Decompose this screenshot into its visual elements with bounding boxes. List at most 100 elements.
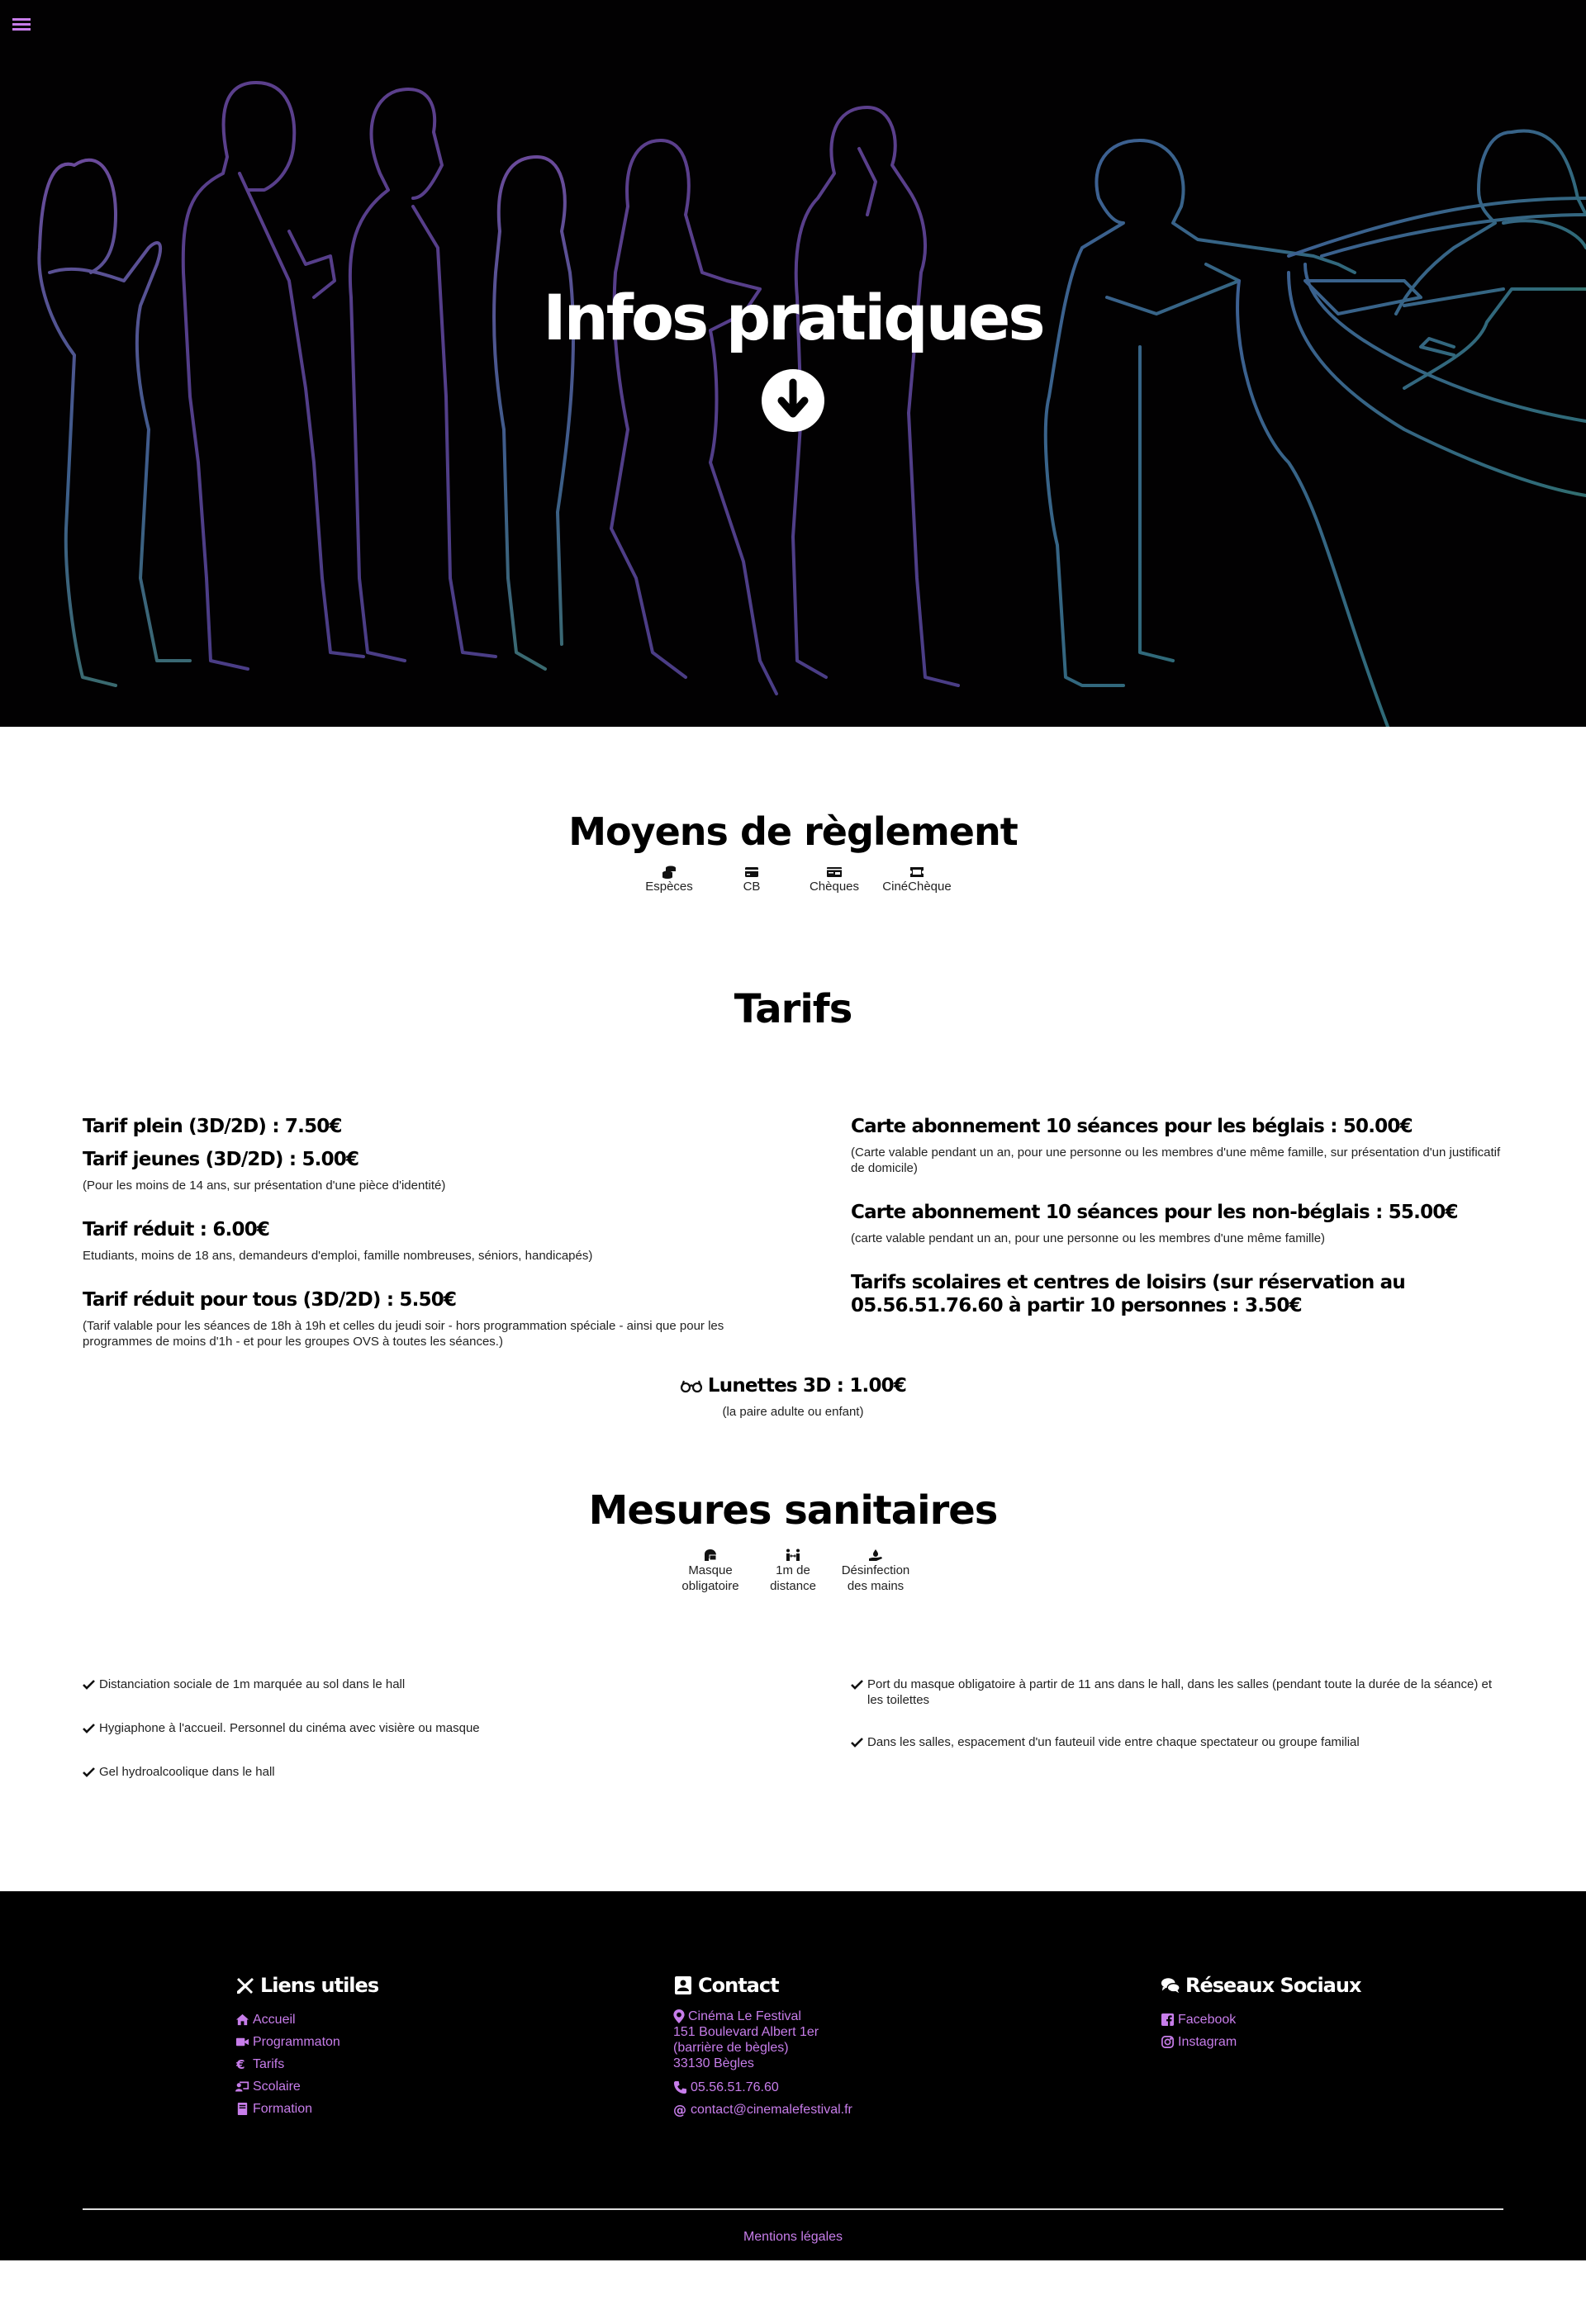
address-line: 151 Boulevard Albert 1er [673,2025,819,2039]
check-icon [83,1720,96,1738]
tarif-note: Etudiants, moins de 18 ans, demandeurs d… [83,1249,593,1263]
footer-contact-column: Contact Cinéma Le Festival 151 Boulevard… [673,1974,852,2121]
comments-icon [1161,1978,1180,1994]
mesure-item: Distanciation sociale de 1m marquée au s… [83,1677,727,1694]
phone-number: 05.56.51.76.60 [691,2080,779,2094]
footer-links-column: Liens utiles Accueil Programmaton € Tari… [235,1974,379,2120]
hero-banner: Infos pratiques [0,0,1586,727]
mesure-text: Distanciation sociale de 1m marquée au s… [99,1677,406,1691]
queue-illustration [37,81,1586,727]
mesure-item: Port du masque obligatoire à partir de 1… [851,1677,1503,1708]
mesure-hands: Désinfection des mains [834,1549,917,1594]
people-arrows-icon [752,1549,834,1562]
mesure-item: Gel hydroalcoolique dans le hall [83,1764,727,1781]
check-icon [851,1734,864,1752]
address-card-icon [675,1976,691,1994]
footer-link-tarifs[interactable]: € Tarifs [235,2053,378,2075]
footer-link-accueil[interactable]: Accueil [235,2009,378,2031]
svg-text:€: € [235,2057,245,2071]
tools-icon [237,1978,254,1994]
chalkboard-teacher-icon [235,2081,249,2092]
credit-card-icon [710,866,793,879]
check-icon [83,1677,96,1694]
tarif-price: Tarifs scolaires et centres de loisirs (… [851,1272,1406,1316]
contact-address: Cinéma Le Festival 151 Boulevard Albert … [673,2009,852,2071]
tarifs-left-column: Tarif plein (3D/2D) : 7.50€ Tarif jeunes… [83,1115,727,1349]
hamburger-icon-bar [12,23,31,26]
social-link-label: Facebook [1178,2013,1237,2027]
payment-method-card: CB [710,866,793,894]
payment-method-cash: Espèces [628,866,710,894]
mesures-right-column: Port du masque obligatoire à partir de 1… [851,1677,1503,1891]
mesure-mask: Masque obligatoire [669,1549,752,1594]
footer-divider [83,2208,1503,2210]
mesure-item: Dans les salles, espacement d'un fauteui… [851,1734,1503,1752]
payment-method-label: Chèques [809,880,860,894]
tarif-price: Tarif réduit : 6.00€ [83,1219,270,1240]
footer-link-programmation[interactable]: Programmaton [235,2031,378,2053]
social-link-label: Instagram [1178,2035,1237,2049]
check-icon [851,1677,864,1708]
tarif-price: Tarif plein (3D/2D) : 7.50€ [83,1116,342,1137]
tarif-note: (Carte valable pendant un an, pour une p… [851,1145,1501,1175]
page-title: Infos pratiques [543,281,1045,354]
mesures-section: Mesures sanitaires Masque obligatoire 1m… [0,1487,1586,1891]
hand-holding-water-icon [834,1549,917,1562]
contact-phone-link[interactable]: 05.56.51.76.60 [673,2076,852,2099]
mesure-icon-label: Masque obligatoire [681,1563,739,1593]
mesure-text: Dans les salles, espacement d'un fauteui… [867,1735,1360,1749]
footer-social-title: Réseaux Sociaux [1185,1974,1361,1997]
phone-icon [673,2080,687,2094]
at-icon: @ [673,2103,686,2117]
tarif-note: (carte valable pendant un an, pour une p… [851,1231,1326,1245]
footer-link-label: Tarifs [253,2057,285,2071]
footer-links-title: Liens utiles [260,1974,379,1997]
hamburger-icon-bar [12,18,31,21]
glasses-note: (la paire adulte ou enfant) [722,1405,864,1419]
arrow-circle-down-icon [777,378,809,418]
payment-methods: Espèces CB Chèques CinéChèque [0,866,1586,894]
mesure-distance: 1m de distance [752,1549,834,1594]
mesure-icon-label: 1m de distance [770,1563,816,1593]
home-icon [235,2013,249,2026]
mesure-text: Hygiaphone à l'accueil. Personnel du cin… [99,1721,480,1735]
tarif-price: Carte abonnement 10 séances pour les non… [851,1202,1458,1223]
social-link-instagram[interactable]: Instagram [1161,2031,1360,2053]
footer-link-scolaire[interactable]: Scolaire [235,2075,378,2098]
legal-notice-link[interactable]: Mentions légales [0,2230,1586,2245]
svg-text:@: @ [673,2103,686,2117]
tarif-note: (Pour les moins de 14 ans, sur présentat… [83,1179,446,1193]
check-icon [83,1764,96,1781]
social-link-facebook[interactable]: Facebook [1161,2009,1360,2031]
money-check-icon [793,866,876,879]
mesures-left-column: Distanciation sociale de 1m marquée au s… [83,1677,727,1891]
glasses-price: Lunettes 3D : 1.00€ [707,1375,907,1397]
hamburger-menu-button[interactable] [12,18,31,31]
mesure-text: Port du masque obligatoire à partir de 1… [867,1677,1493,1707]
footer-social-column: Réseaux Sociaux Facebook Instagram [1161,1974,1361,2053]
contact-email-link[interactable]: @ contact@cinemalefestival.fr [673,2099,852,2121]
hamburger-icon-bar [12,28,31,31]
payment-method-label: CB [743,880,761,894]
instagram-icon [1161,2036,1174,2048]
payment-title: Moyens de règlement [568,809,1019,854]
footer-link-label: Accueil [253,2013,296,2027]
payment-section: Moyens de règlement Espèces CB Chèques C… [0,809,1586,894]
footer-link-formation[interactable]: Formation [235,2098,378,2120]
scroll-down-button[interactable] [762,369,824,432]
ticket-icon [876,866,958,879]
mesures-icons: Masque obligatoire 1m de distance Désinf… [0,1549,1586,1594]
footer-link-label: Formation [253,2102,313,2116]
head-mask-icon [669,1549,752,1562]
mesure-icon-label: Désinfection des mains [841,1563,910,1593]
mesures-title: Mesures sanitaires [588,1487,999,1534]
tarif-price: Tarif jeunes (3D/2D) : 5.00€ [83,1149,359,1170]
glasses-icon [680,1380,703,1393]
book-icon [237,2102,248,2116]
tarifs-title: Tarifs [734,986,853,1032]
tarifs-right-column: Carte abonnement 10 séances pour les bég… [851,1115,1503,1349]
mesure-text: Gel hydroalcoolique dans le hall [99,1765,275,1779]
footer: Liens utiles Accueil Programmaton € Tari… [0,1891,1586,2260]
payment-method-cinecheque: CinéChèque [876,866,958,894]
tarif-note: (Tarif valable pour les séances de 18h à… [83,1319,724,1349]
